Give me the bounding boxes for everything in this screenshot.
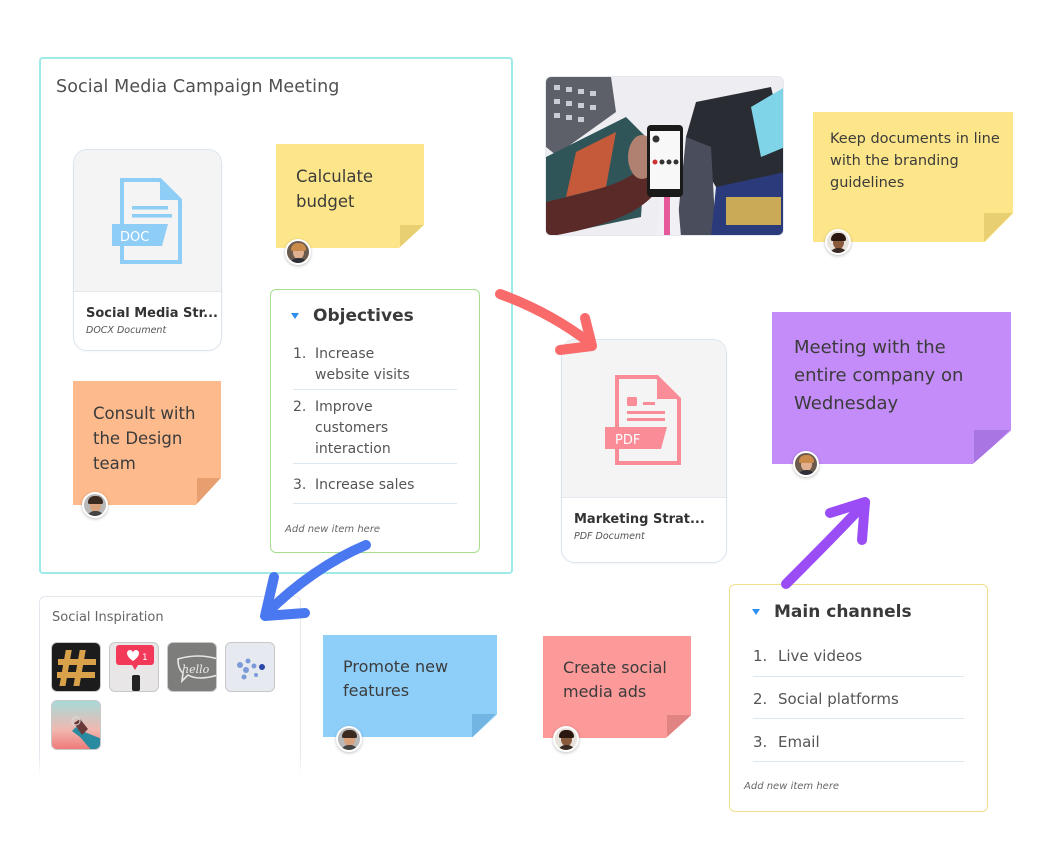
list-item[interactable]: 1. Increase website visits [293,344,457,390]
hello-neon-image[interactable]: hello [167,642,217,692]
doc-type: PDF Document [574,531,645,542]
svg-text:1: 1 [142,653,148,663]
collapse-triangle-icon[interactable] [752,609,760,615]
list-item[interactable]: 1. Live videos [753,646,964,677]
list-item[interactable]: 2. Improve customers interaction [293,397,457,464]
doc-type: DOCX Document [86,325,167,336]
sticky-calculate-budget[interactable]: Calculate budget [276,144,424,248]
hashtag-image[interactable] [51,642,101,692]
doc-file-icon: DOC [111,177,182,264]
sticky-text: Promote new features [343,657,449,700]
hand-holding-phone-city-image[interactable] [545,76,784,236]
sticky-fold [667,715,691,738]
doc-card-social-media-strategy[interactable]: DOC Social Media Str... DOCX Document [73,149,222,351]
social-icons-image[interactable] [225,642,275,692]
doc-thumbnail: DOC [74,150,221,292]
svg-text:DOC: DOC [120,230,149,245]
pdf-thumbnail: PDF [562,340,726,498]
add-item-input[interactable]: Add new item here [744,781,839,792]
main-channels-list[interactable]: Main channels 1. Live videos 2. Social p… [729,584,988,812]
list-item[interactable]: 3. Increase sales [293,475,457,504]
avatar-man-glasses [285,239,311,265]
arrow-channels-to-meeting [781,497,870,589]
list-title: Main channels [774,602,912,622]
social-inspiration-panel[interactable]: Social Inspiration 1 hello [38,596,302,776]
avatar-man-glasses [793,451,819,477]
sticky-text: Meeting with the entire company on Wedne… [794,337,964,414]
sticky-company-meeting[interactable]: Meeting with the entire company on Wedne… [772,312,1011,464]
sticky-text: Create social media ads [563,658,667,701]
hand-phone-image[interactable] [51,700,101,750]
like-notification-image[interactable]: 1 [109,642,159,692]
sticky-fold [974,430,1011,464]
frame-title: Social Media Campaign Meeting [56,77,340,97]
avatar-man-beard [336,726,362,752]
panel-title: Social Inspiration [52,610,164,625]
avatar-woman [553,726,579,752]
sticky-text: Consult with the Design team [93,404,196,473]
sticky-branding-guidelines[interactable]: Keep documents in line with the branding… [813,112,1013,242]
avatar-man-beard [82,492,108,518]
pdf-file-icon: PDF [605,374,681,465]
sticky-text: Calculate budget [296,167,374,211]
objectives-list[interactable]: Objectives 1. Increase website visits 2.… [270,289,480,553]
doc-name: Social Media Str... [86,306,218,321]
doc-card-marketing-strategy[interactable]: PDF Marketing Strat... PDF Document [561,339,727,563]
sticky-promote-features[interactable]: Promote new features [323,635,497,737]
avatar-woman [825,229,851,255]
sticky-consult-design[interactable]: Consult with the Design team [73,381,221,505]
doc-name: Marketing Strat... [574,512,705,527]
sticky-fold [984,213,1013,242]
collapse-triangle-icon[interactable] [291,313,299,319]
add-item-input[interactable]: Add new item here [285,524,380,535]
list-item[interactable]: 2. Social platforms [753,689,964,719]
photo-illustration [546,77,783,235]
sticky-social-ads[interactable]: Create social media ads [543,636,691,738]
svg-text:hello: hello [182,663,210,676]
svg-text:PDF: PDF [615,433,640,448]
list-title: Objectives [313,306,414,326]
sticky-fold [472,714,497,737]
list-item[interactable]: 3. Email [753,732,964,762]
sticky-text: Keep documents in line with the branding… [830,131,1000,191]
